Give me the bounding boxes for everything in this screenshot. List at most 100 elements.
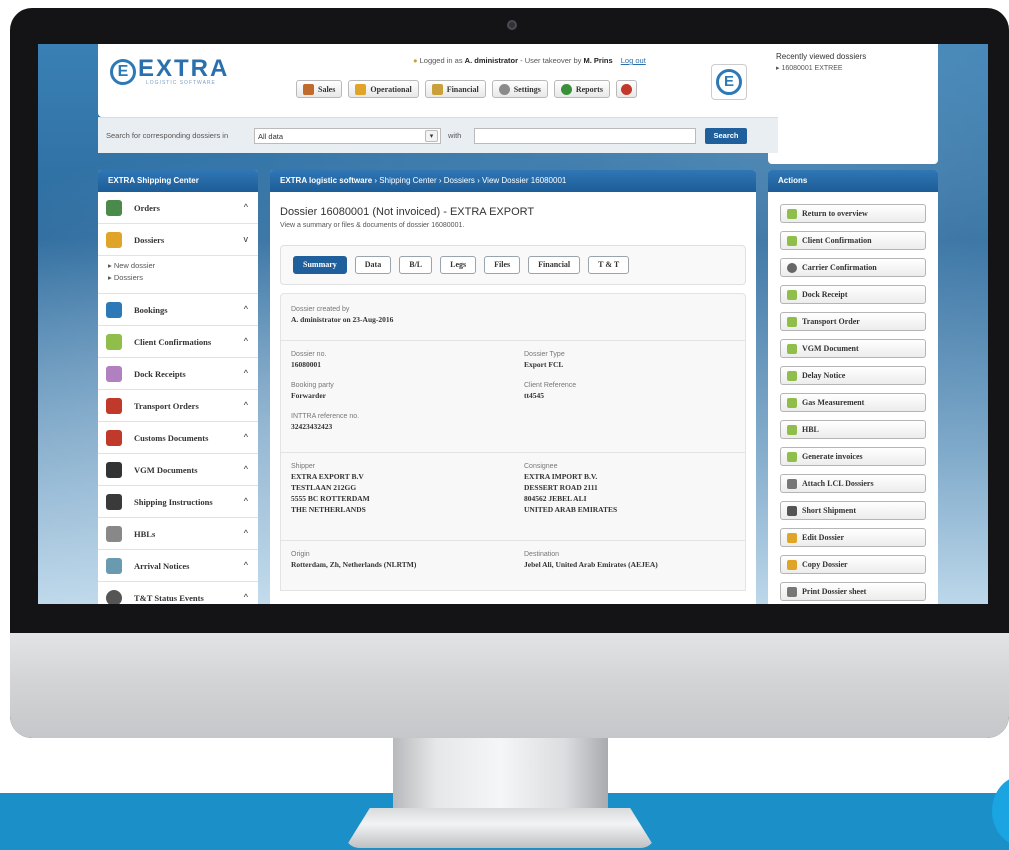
tab-summary[interactable]: Summary: [293, 256, 347, 274]
sidebar-item-transport-orders[interactable]: Transport Orders ^: [98, 390, 258, 422]
monitor-frame: E EXTRA LOGISTIC SOFTWARE ● Logged in as…: [10, 8, 1009, 738]
subnav-dossiers[interactable]: ▸ Dossiers: [108, 272, 248, 284]
subnav-new-dossier[interactable]: ▸ New dossier: [108, 260, 248, 272]
login-mid: - User takeover by: [520, 56, 582, 65]
client-reference-label: Client Reference: [524, 382, 577, 389]
chevron-down-icon: ▾: [425, 130, 438, 142]
sidebar-item-client-confirmations[interactable]: Client Confirmations ^: [98, 326, 258, 358]
logo-e-icon: E: [110, 59, 136, 85]
chevron-up-icon: ^: [243, 560, 248, 570]
plus-icon: [787, 451, 797, 462]
customs-document-icon: [106, 429, 122, 446]
chevron-up-icon: ^: [243, 496, 248, 506]
origin-value: Rotterdam, Zh, Netherlands (NLRTM): [291, 560, 417, 569]
consignee-line: DESSERT ROAD 2111: [524, 483, 598, 492]
tab-tt[interactable]: T & T: [588, 256, 630, 274]
chevron-down-icon: v: [243, 234, 249, 244]
carrier-confirmation-button[interactable]: Carrier Confirmation: [780, 258, 926, 277]
sidebar-item-dock-receipts[interactable]: Dock Receipts ^: [98, 358, 258, 390]
notice-icon: [106, 557, 122, 574]
search-scope-select[interactable]: All data ▾: [254, 128, 441, 144]
tab-bl[interactable]: B/L: [399, 256, 433, 274]
destination-label: Destination: [524, 551, 560, 558]
edit-dossier-button[interactable]: Edit Dossier: [780, 528, 926, 547]
login-info: ● Logged in as A. dministrator - User ta…: [413, 56, 646, 65]
shipper-line: THE NETHERLANDS: [291, 505, 366, 514]
shipper-label: Shipper: [291, 463, 316, 470]
plus-icon: [787, 424, 797, 435]
sidebar-item-hbls[interactable]: HBLs ^: [98, 518, 258, 550]
vgm-document-button[interactable]: VGM Document: [780, 339, 926, 358]
short-shipment-button[interactable]: Short Shipment: [780, 501, 926, 520]
search-button[interactable]: Search: [705, 128, 747, 144]
sidebar-item-tt-status-events[interactable]: T&T Status Events ^: [98, 582, 258, 604]
coins-icon: [431, 83, 443, 95]
consignee-line: UNITED ARAB EMIRATES: [524, 505, 618, 514]
menu-sales-button[interactable]: Sales: [296, 80, 343, 98]
generate-invoices-button[interactable]: Generate invoices: [780, 447, 926, 466]
menu-financial-button[interactable]: Financial: [424, 80, 486, 98]
arrow-left-icon: [787, 208, 797, 219]
copy-dossier-button[interactable]: Copy Dossier: [780, 555, 926, 574]
sales-icon: [303, 83, 314, 95]
document-icon: [106, 525, 122, 542]
sidebar-item-customs-documents[interactable]: Customs Documents ^: [98, 422, 258, 454]
consignee-line: 804562 JEBEL ALI: [524, 494, 587, 503]
dossier-type-value: Export FCL: [524, 360, 564, 369]
transport-order-button[interactable]: Transport Order: [780, 312, 926, 331]
sidebar-item-arrival-notices[interactable]: Arrival Notices ^: [98, 550, 258, 582]
search-input[interactable]: [474, 128, 696, 144]
dossier-no-label: Dossier no.: [291, 351, 327, 358]
destination-value: Jebel Ali, United Arab Emirates (AEJEA): [524, 560, 658, 569]
inttra-value: 32423432423: [291, 422, 333, 431]
print-dossier-sheet-button[interactable]: Print Dossier sheet: [780, 582, 926, 601]
extra-logo[interactable]: E EXTRA LOGISTIC SOFTWARE: [110, 57, 229, 86]
created-label: Dossier created by: [291, 306, 350, 313]
origin-label: Origin: [291, 551, 310, 558]
page-title: Dossier 16080001 (Not invoiced) - EXTRA …: [280, 206, 535, 218]
chevron-up-icon: ^: [243, 336, 248, 346]
dossier-no-value: 16080001: [291, 360, 321, 369]
takeover-user: M. Prins: [583, 56, 613, 65]
consignee-line: EXTRA IMPORT B.V.: [524, 472, 598, 481]
bookings-icon: [106, 301, 122, 318]
main-content: EXTRA logistic software › Shipping Cente…: [270, 170, 756, 604]
support-button[interactable]: [615, 80, 637, 98]
breadcrumb-path: › Shipping Center › Dossiers › View Doss…: [372, 176, 567, 185]
sidebar-item-dossiers[interactable]: Dossiers v: [98, 224, 258, 256]
chevron-up-icon: ^: [243, 592, 248, 602]
pen-icon: [787, 505, 797, 516]
tab-files[interactable]: Files: [484, 256, 521, 274]
gas-measurement-button[interactable]: Gas Measurement: [780, 393, 926, 412]
breadcrumb-root[interactable]: EXTRA logistic software: [280, 176, 372, 185]
menu-settings-button[interactable]: Settings: [491, 80, 548, 98]
sidebar-item-vgm-documents[interactable]: VGM Documents ^: [98, 454, 258, 486]
menu-operational-button[interactable]: Operational: [348, 80, 419, 98]
menu-reports-button[interactable]: Reports: [553, 80, 610, 98]
chevron-up-icon: ^: [243, 400, 248, 410]
plus-icon: [787, 235, 797, 246]
consignee-label: Consignee: [524, 463, 558, 470]
tab-financial[interactable]: Financial: [528, 256, 581, 274]
extra-badge[interactable]: E: [711, 64, 747, 100]
logout-link[interactable]: Log out: [621, 56, 646, 65]
client-confirmation-button[interactable]: Client Confirmation: [780, 231, 926, 250]
search-bar: Search for corresponding dossiers in All…: [98, 117, 778, 153]
hbl-button[interactable]: HBL: [780, 420, 926, 439]
shipper-line: EXTRA EXPORT B.V: [291, 472, 364, 481]
sidebar-item-orders[interactable]: Orders ^: [98, 192, 258, 224]
chevron-up-icon: ^: [243, 464, 248, 474]
copy-icon: [787, 559, 797, 570]
sidebar-item-shipping-instructions[interactable]: Shipping Instructions ^: [98, 486, 258, 518]
login-user: A. dministrator: [464, 56, 519, 65]
delay-notice-button[interactable]: Delay Notice: [780, 366, 926, 385]
attach-lcl-dossiers-button[interactable]: Attach LCL Dossiers: [780, 474, 926, 493]
login-prefix: Logged in as: [419, 56, 463, 65]
tab-legs[interactable]: Legs: [440, 256, 477, 274]
recently-viewed-item[interactable]: ▸ 16080001 EXTREE: [776, 64, 930, 72]
dock-receipt-button[interactable]: Dock Receipt: [780, 285, 926, 304]
tab-data[interactable]: Data: [354, 256, 392, 274]
created-value: A. dministrator on 23-Aug-2016: [291, 315, 394, 324]
sidebar-item-bookings[interactable]: Bookings ^: [98, 294, 258, 326]
return-to-overview-button[interactable]: Return to overview: [780, 204, 926, 223]
